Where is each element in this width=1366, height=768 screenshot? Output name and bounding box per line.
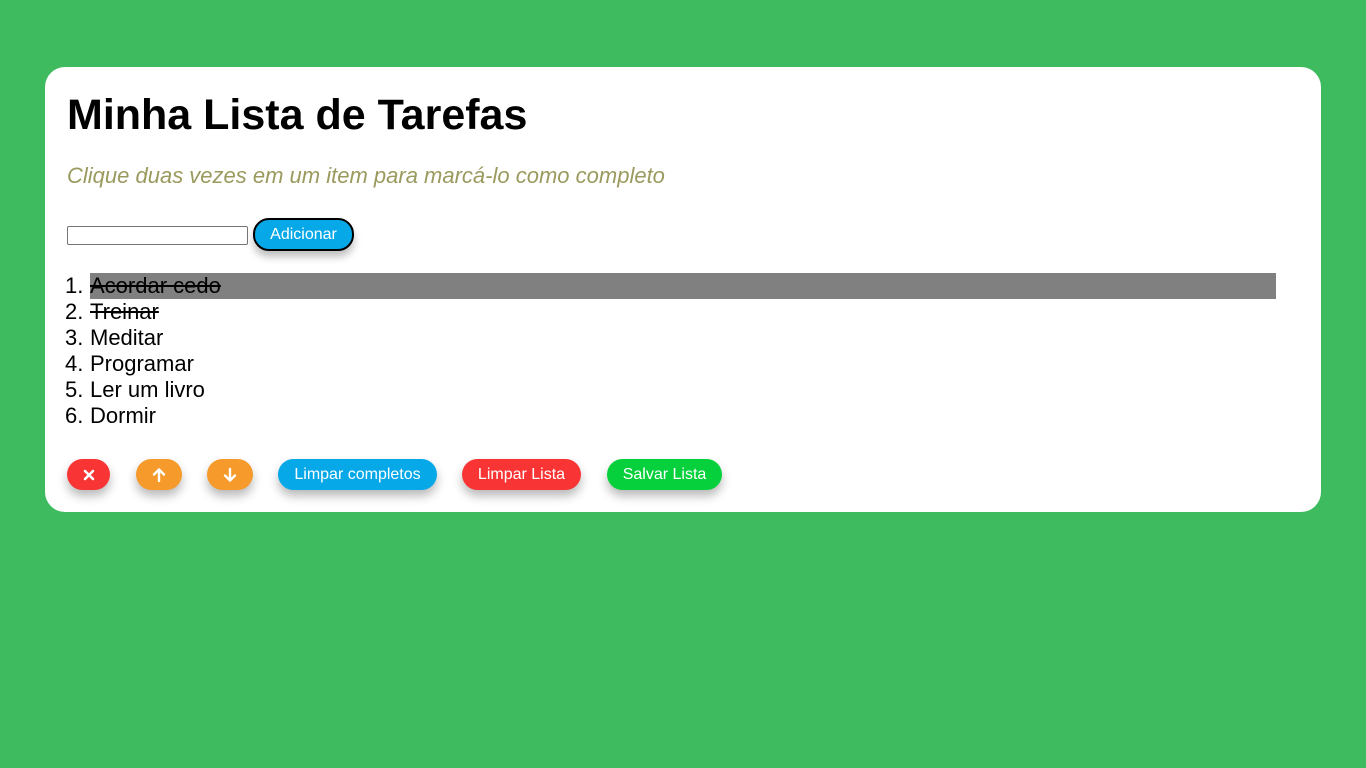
page-title: Minha Lista de Tarefas [67, 91, 528, 139]
task-item[interactable]: 4. Programar [65, 351, 1276, 377]
x-icon [83, 469, 94, 480]
task-number: 1. [65, 273, 84, 298]
clear-list-button[interactable]: Limpar Lista [462, 459, 581, 490]
task-number: 2. [65, 299, 84, 324]
arrow-down-icon [223, 467, 237, 482]
task-text[interactable]: Programar [90, 351, 1276, 377]
task-item[interactable]: 6. Dormir [65, 403, 1276, 429]
task-item[interactable]: 1. Acordar cedo [65, 273, 1276, 299]
task-list: 1. Acordar cedo 2. Treinar 3. Meditar 4.… [65, 273, 1276, 429]
task-number: 6. [65, 403, 84, 428]
task-text[interactable]: Acordar cedo [90, 273, 1276, 299]
task-text[interactable]: Dormir [90, 403, 1276, 429]
task-number: 5. [65, 377, 84, 402]
task-item[interactable]: 3. Meditar [65, 325, 1276, 351]
move-down-button[interactable] [207, 459, 253, 490]
task-item[interactable]: 2. Treinar [65, 299, 1276, 325]
task-number: 4. [65, 351, 84, 376]
todo-card: Minha Lista de Tarefas Clique duas vezes… [45, 67, 1321, 512]
save-list-button[interactable]: Salvar Lista [607, 459, 722, 490]
new-task-input[interactable] [67, 226, 248, 245]
add-task-button[interactable]: Adicionar [253, 218, 354, 251]
arrow-up-icon [152, 467, 166, 482]
move-up-button[interactable] [136, 459, 182, 490]
task-number: 3. [65, 325, 84, 350]
task-text[interactable]: Treinar [90, 299, 1276, 325]
task-item[interactable]: 5. Ler um livro [65, 377, 1276, 403]
remove-item-button[interactable] [67, 459, 110, 490]
page-subtitle: Clique duas vezes em um item para marcá-… [67, 163, 665, 188]
clear-completed-button[interactable]: Limpar completos [278, 459, 437, 490]
task-text[interactable]: Meditar [90, 325, 1276, 351]
task-text[interactable]: Ler um livro [90, 377, 1276, 403]
